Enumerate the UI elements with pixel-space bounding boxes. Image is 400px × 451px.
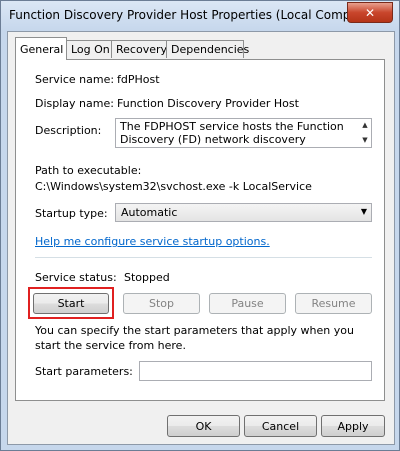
start-button-label: Start bbox=[57, 297, 85, 310]
service-name-label: Service name: bbox=[35, 73, 115, 86]
cancel-button[interactable]: Cancel bbox=[244, 415, 317, 437]
tab-recovery[interactable]: Recovery bbox=[111, 40, 167, 58]
service-status-label: Service status: bbox=[35, 271, 117, 284]
path-value: C:\Windows\system32\svchost.exe -k Local… bbox=[35, 180, 312, 193]
startup-type-label: Startup type: bbox=[35, 207, 108, 220]
apply-button[interactable]: Apply bbox=[321, 415, 385, 437]
start-parameters-label: Start parameters: bbox=[35, 365, 133, 378]
start-parameters-input[interactable] bbox=[139, 361, 372, 381]
scroll-down-icon[interactable]: ▼ bbox=[358, 134, 372, 146]
service-status-value: Stopped bbox=[124, 271, 170, 284]
tab-general[interactable]: General bbox=[15, 37, 67, 60]
cancel-button-label: Cancel bbox=[261, 419, 300, 433]
tab-dependencies-label: Dependencies bbox=[171, 43, 250, 56]
close-button[interactable]: ✕ bbox=[347, 2, 393, 23]
tab-log-on-label: Log On bbox=[71, 43, 110, 56]
stop-button[interactable]: Stop bbox=[123, 293, 200, 314]
ok-button-label: OK bbox=[195, 419, 212, 433]
help-configure-link[interactable]: Help me configure service startup option… bbox=[35, 235, 270, 248]
startup-type-dropdown[interactable]: Automatic ▼ bbox=[115, 203, 372, 222]
path-label: Path to executable: bbox=[35, 164, 142, 177]
tab-log-on[interactable]: Log On bbox=[66, 40, 112, 58]
general-tab-panel: Service name: fdPHost Display name: Func… bbox=[15, 59, 385, 401]
scroll-up-icon[interactable]: ▲ bbox=[358, 119, 372, 131]
display-name-label: Display name: bbox=[35, 97, 114, 110]
dialog-window: Function Discovery Provider Host Propert… bbox=[0, 0, 400, 451]
display-name-value: Function Discovery Provider Host bbox=[117, 97, 299, 110]
pause-button-label: Pause bbox=[231, 297, 264, 310]
tab-general-label: General bbox=[20, 42, 64, 56]
description-text: The FDPHOST service hosts the Function D… bbox=[120, 120, 344, 147]
title-bar[interactable]: Function Discovery Provider Host Propert… bbox=[1, 1, 399, 31]
apply-button-label: Apply bbox=[337, 419, 369, 433]
pause-button[interactable]: Pause bbox=[209, 293, 286, 314]
resume-button-label: Resume bbox=[311, 297, 356, 310]
start-button[interactable]: Start bbox=[33, 293, 109, 314]
startup-type-value: Automatic bbox=[121, 206, 178, 219]
window-title: Function Discovery Provider Host Propert… bbox=[9, 8, 380, 22]
description-box[interactable]: The FDPHOST service hosts the Function D… bbox=[115, 118, 372, 148]
chevron-down-icon: ▼ bbox=[360, 207, 367, 216]
ok-button[interactable]: OK bbox=[167, 415, 240, 437]
description-label: Description: bbox=[35, 124, 102, 137]
tab-recovery-label: Recovery bbox=[116, 43, 168, 56]
stop-button-label: Stop bbox=[148, 297, 174, 310]
description-scrollbar[interactable]: ▲ ▼ bbox=[358, 119, 372, 147]
tab-dependencies[interactable]: Dependencies bbox=[166, 40, 249, 58]
resume-button[interactable]: Resume bbox=[295, 293, 372, 314]
start-params-note: You can specify the start parameters tha… bbox=[35, 324, 354, 352]
close-icon: ✕ bbox=[364, 5, 376, 20]
dialog-client-area: General Log On Recovery Dependencies Ser… bbox=[7, 31, 395, 445]
service-name-value: fdPHost bbox=[117, 73, 160, 86]
separator bbox=[35, 257, 372, 258]
